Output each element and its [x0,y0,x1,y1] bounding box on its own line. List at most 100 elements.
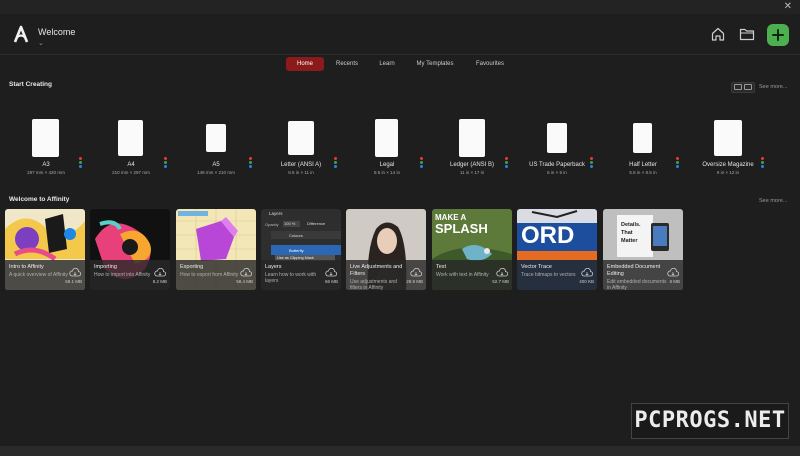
start-creating-see-more-link[interactable]: See more... [759,84,787,90]
bottom-bar [0,446,800,456]
tutorial-card-text[interactable]: MAKE A SPLASH Text Work with text in Aff… [432,209,512,290]
template-a4[interactable]: A4 210 mm × 297 mm [88,95,174,185]
cloud-download-icon[interactable] [325,268,337,277]
card-file-size: 29.9 MB [406,279,423,284]
paper-preview [206,124,226,152]
cloud-download-icon[interactable] [154,268,166,277]
card-description: How to export from Affinity [180,272,239,278]
tutorial-card-embedded-document[interactable]: Details. That Matter Embedded Document E… [603,209,683,290]
paper-preview [459,119,485,157]
welcome-see-more-link[interactable]: See more... [759,198,787,204]
template-size: 6 in × 9 in [547,170,567,175]
cloud-download-icon[interactable] [410,268,422,277]
chevron-down-icon[interactable]: ⌄ [38,39,44,47]
tutorial-card-importing[interactable]: Importing How to import into Affinity 8.… [90,209,170,290]
cloud-download-icon[interactable] [240,268,252,277]
template-size: 148 mm × 210 mm [197,170,235,175]
template-name: Letter (ANSI A) [280,162,322,168]
watermark: PCPROGS.NET [631,403,789,439]
window-close-button[interactable]: ✕ [784,1,792,13]
new-document-button[interactable] [767,24,789,46]
tutorial-card-live-adjustments[interactable]: Live Adjustments and Filters Use adjustm… [346,209,426,290]
tutorial-card-layers[interactable]: Layers Opacity 100 % Difference Colours … [261,209,341,290]
tab-recents[interactable]: Recents [330,57,364,71]
tutorial-card-exporting[interactable]: Exporting How to export from Affinity 58… [176,209,256,290]
template-name: A3 [42,162,50,168]
tab-home[interactable]: Home [286,57,324,71]
template-size: 8.5 in × 11 in [288,170,314,175]
template-size: 297 mm × 420 mm [27,170,65,175]
paper-preview [375,119,398,157]
template-name: Oversize Magazine [702,162,754,168]
plus-icon [772,29,784,41]
template-half-letter[interactable]: Half Letter 5.5 in × 8.5 in [600,95,686,185]
card-description: A quick overview of Affinity [9,272,68,278]
paper-preview [714,120,742,156]
card-title: Vector Trace [521,264,552,270]
card-title: Exporting [180,264,204,270]
template-size: 11 in × 17 in [459,170,485,175]
card-file-size: 59.1 MB [65,279,82,284]
home-icon[interactable] [710,26,726,42]
tutorial-card-intro[interactable]: Intro to Affinity A quick overview of Af… [5,209,85,290]
paper-preview [633,123,652,153]
template-name: Half Letter [629,162,657,168]
card-title: Text [436,264,447,270]
template-letter[interactable]: Letter (ANSI A) 8.5 in × 11 in [258,95,344,185]
card-file-size: 8.2 MB [152,279,167,284]
layers-panel-thumbnail: Layers Opacity 100 % Difference Colours … [261,209,341,261]
template-size: 8.5 in × 14 in [374,170,400,175]
template-a5[interactable]: A5 148 mm × 210 mm [173,95,259,185]
affinity-logo [13,25,29,43]
template-a3[interactable]: A3 297 mm × 420 mm [3,95,89,185]
card-title: Live Adjustments and Filters [350,264,403,277]
template-size: 210 mm × 297 mm [112,170,150,175]
paper-preview [118,120,143,156]
template-us-trade-paperback[interactable]: US Trade Paperback 6 in × 9 in [514,95,600,185]
cloud-download-icon[interactable] [496,268,508,277]
main-tabs: Home Recents Learn My Templates Favourit… [0,57,800,71]
tab-my-templates[interactable]: My Templates [412,57,458,71]
template-name: Legal [379,162,395,168]
cloud-download-icon[interactable] [667,268,679,277]
window-titlebar: ✕ [0,0,800,14]
tutorial-card-vector-trace[interactable]: ORD Vector Trace Trace bitmaps to vector… [517,209,597,290]
card-file-size: 8 MB [669,279,680,284]
card-description: Work with text in Affinity [436,272,489,278]
card-description: Learn how to work with layers [265,272,317,284]
card-title: Layers [265,264,282,270]
card-title: Intro to Affinity [9,264,44,270]
template-size: 5.5 in × 8.5 in [629,170,657,175]
welcome-section-heading: Welcome to Affinity [9,196,70,203]
paper-preview [547,123,567,153]
card-file-size: 52.7 MB [492,279,509,284]
app-header: Welcome ⌄ [0,14,800,55]
template-name: A5 [212,162,220,168]
tab-favourites[interactable]: Favourites [468,57,512,71]
card-title: Embedded Document Editing [607,264,661,277]
template-name: US Trade Paperback [529,162,585,168]
template-oversize-magazine[interactable]: Oversize Magazine 9 in × 12 in [685,95,771,185]
cloud-download-icon[interactable] [581,268,593,277]
template-ledger[interactable]: Ledger (ANSI B) 11 in × 17 in [429,95,515,185]
card-description: How to import into Affinity [94,272,151,278]
card-description: Edit embedded documents in Affinity [607,279,667,290]
grid-view-icon[interactable] [734,84,742,90]
card-file-size: 58.4 MB [236,279,253,284]
cloud-download-icon[interactable] [69,268,81,277]
start-creating-heading: Start Creating [9,81,52,88]
template-size: 9 in × 12 in [716,170,740,175]
folder-icon[interactable] [739,26,755,42]
template-name: A4 [127,162,135,168]
list-view-icon[interactable] [744,84,752,90]
card-file-size: 66 MB [324,279,338,284]
view-toggle[interactable] [731,82,755,93]
tab-learn[interactable]: Learn [372,57,402,71]
card-title: Importing [94,264,117,270]
page-title[interactable]: Welcome [38,27,75,37]
paper-preview [288,121,314,155]
paper-preview [32,119,59,157]
card-description: Use adjustments and filters in Affinity [350,279,397,290]
template-legal[interactable]: Legal 8.5 in × 14 in [344,95,430,185]
template-name: Ledger (ANSI B) [449,162,495,168]
